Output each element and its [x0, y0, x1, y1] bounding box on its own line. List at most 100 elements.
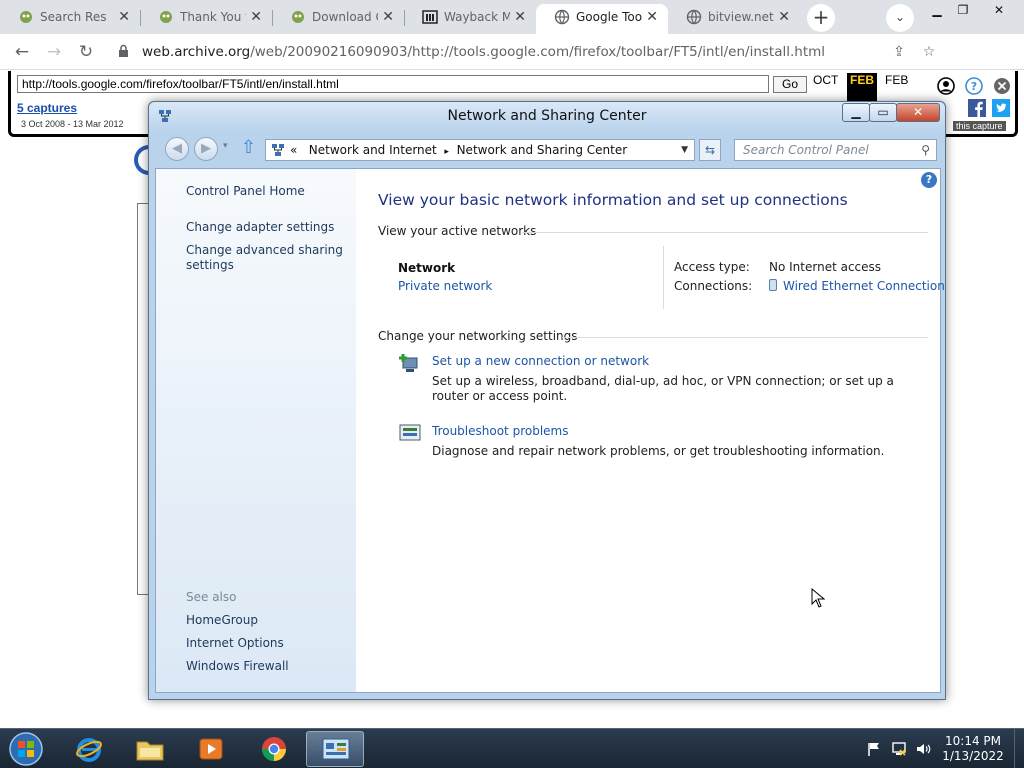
- address-dropdown-icon[interactable]: ▼: [681, 140, 688, 160]
- next-month-link[interactable]: FEB: [885, 73, 908, 87]
- taskbar-internet-explorer[interactable]: [60, 731, 118, 767]
- browser-tab-3[interactable]: Download G ✕: [272, 4, 404, 34]
- browser-tab-strip: Search Resul ✕ Thank You fo ✕ Download G…: [0, 0, 1024, 34]
- taskbar-network-sharing-center[interactable]: [306, 731, 364, 767]
- help-icon[interactable]: ?: [921, 172, 937, 188]
- folder-icon: [136, 741, 164, 761]
- show-desktop-button[interactable]: [1014, 729, 1024, 768]
- up-arrow-icon[interactable]: ⇧: [241, 137, 256, 159]
- svg-text:?: ?: [971, 80, 977, 93]
- browser-tab-1[interactable]: Search Resul ✕: [0, 4, 140, 34]
- volume-icon[interactable]: [915, 741, 931, 757]
- new-connection-icon: [399, 354, 418, 372]
- close-circle-icon[interactable]: [993, 77, 1011, 95]
- troubleshoot-icon: [399, 424, 421, 441]
- breadcrumb-overflow[interactable]: «: [290, 143, 297, 157]
- taskbar-media-player[interactable]: [182, 731, 240, 767]
- lock-icon: [119, 44, 128, 57]
- setup-connection-link[interactable]: Set up a new connection or network: [432, 354, 649, 368]
- close-tab-icon[interactable]: ✕: [646, 4, 658, 30]
- url-path: /web/20090216090903/http://tools.google.…: [250, 44, 826, 60]
- window-minimize-button[interactable]: ▁: [842, 103, 870, 122]
- close-tab-icon[interactable]: ✕: [118, 4, 130, 30]
- facebook-icon[interactable]: [968, 99, 986, 117]
- taskbar-clock[interactable]: 10:14 PM 1/13/2022: [934, 734, 1012, 764]
- network-tray-icon[interactable]: [891, 741, 907, 757]
- tab-search-chevron-icon[interactable]: ⌄: [886, 4, 914, 32]
- breadcrumb-item-network-sharing[interactable]: Network and Sharing Center: [457, 143, 628, 157]
- explorer-forward-button[interactable]: ▶: [194, 137, 218, 161]
- homegroup-link[interactable]: HomeGroup: [186, 613, 346, 628]
- mouse-cursor-icon: [811, 588, 825, 608]
- prev-month-link[interactable]: OCT: [813, 73, 838, 87]
- wayback-favicon-icon: [20, 11, 32, 23]
- setup-connection-description: Set up a wireless, broadband, dial-up, a…: [432, 374, 894, 403]
- browser-close-icon[interactable]: ✕: [982, 0, 1016, 20]
- network-category-link[interactable]: Private network: [398, 279, 492, 293]
- browser-restore-icon[interactable]: ❐: [946, 0, 980, 20]
- search-icon[interactable]: ⚲: [921, 140, 930, 160]
- close-tab-icon[interactable]: ✕: [382, 4, 394, 30]
- window-maximize-button[interactable]: ▭: [869, 103, 897, 122]
- action-center-flag-icon[interactable]: [866, 741, 882, 757]
- address-bar[interactable]: web.archive.org/web/20090216090903/http:…: [106, 38, 956, 66]
- back-arrow-icon: ◀: [172, 141, 182, 156]
- forward-arrow-icon[interactable]: →: [42, 40, 66, 64]
- browser-tab-5-active[interactable]: Google Tool ✕: [536, 4, 668, 34]
- windows-firewall-link[interactable]: Windows Firewall: [186, 659, 346, 674]
- help-icon[interactable]: ?: [965, 77, 983, 95]
- wayback-url-input[interactable]: http://tools.google.com/firefox/toolbar/…: [17, 75, 769, 93]
- section-divider: [562, 337, 928, 338]
- browser-tab-4[interactable]: Wayback Ma ✕: [404, 4, 536, 34]
- browser-tab-6[interactable]: bitview.net ✕: [668, 4, 800, 34]
- explorer-navigation-bar: ◀ ▶ ▾ ⇧ « Network and Internet ▸ Network…: [157, 135, 937, 163]
- twitter-icon[interactable]: [992, 99, 1010, 117]
- wayback-go-button[interactable]: Go: [773, 76, 807, 93]
- new-tab-button[interactable]: +: [807, 4, 835, 32]
- close-tab-icon[interactable]: ✕: [514, 4, 526, 30]
- windows-start-orb-icon[interactable]: [4, 730, 48, 768]
- captures-date-range: 3 Oct 2008 - 13 Mar 2012: [21, 119, 124, 129]
- taskbar-chrome[interactable]: [245, 731, 303, 767]
- reload-icon[interactable]: ↻: [74, 40, 98, 64]
- connection-name[interactable]: Wired Ethernet Connection: [783, 279, 945, 293]
- taskbar-file-explorer[interactable]: [121, 731, 179, 767]
- breadcrumb-separator-icon[interactable]: ▸: [444, 147, 449, 157]
- about-capture-link[interactable]: this capture: [953, 121, 1006, 131]
- window-content: Control Panel Home Change adapter settin…: [155, 168, 945, 693]
- breadcrumb-address-bar[interactable]: « Network and Internet ▸ Network and Sha…: [265, 139, 695, 161]
- search-placeholder: Search Control Panel: [743, 143, 869, 157]
- troubleshoot-description: Diagnose and repair network problems, or…: [432, 444, 885, 458]
- bookmark-star-icon[interactable]: ☆: [920, 43, 938, 61]
- change-advanced-sharing-link[interactable]: Change advanced sharing settings: [186, 243, 346, 273]
- change-adapter-settings-link[interactable]: Change adapter settings: [186, 220, 346, 235]
- troubleshoot-link[interactable]: Troubleshoot problems: [432, 424, 568, 438]
- control-panel-home-link[interactable]: Control Panel Home: [186, 184, 346, 199]
- tab-title: Download G: [312, 10, 378, 24]
- media-player-icon: [199, 738, 223, 760]
- change-settings-label: Change your networking settings: [378, 329, 578, 343]
- window-close-button[interactable]: ✕: [896, 103, 940, 122]
- browser-tab-2[interactable]: Thank You fo ✕: [140, 4, 272, 34]
- tab-title: Search Resul: [40, 10, 106, 24]
- account-icon[interactable]: [937, 77, 955, 95]
- refresh-icon[interactable]: ⇆: [699, 139, 721, 161]
- share-icon[interactable]: ⇪: [890, 43, 908, 61]
- wired-connection-link[interactable]: Wired Ethernet Connection: [769, 279, 945, 293]
- captures-link[interactable]: 5 captures: [17, 101, 77, 115]
- window-titlebar[interactable]: Network and Sharing Center ▁ ▭ ✕: [149, 102, 945, 132]
- globe-icon: [554, 9, 570, 25]
- ethernet-icon: [769, 279, 777, 291]
- internet-options-link[interactable]: Internet Options: [186, 636, 346, 651]
- network-divider: [663, 246, 664, 309]
- recent-pages-chevron-icon[interactable]: ▾: [223, 141, 228, 151]
- breadcrumb-item-network-internet[interactable]: Network and Internet: [309, 143, 437, 157]
- wayback-favicon-icon: [160, 11, 172, 23]
- explorer-back-button[interactable]: ◀: [165, 137, 189, 161]
- archive-building-icon: [422, 10, 438, 24]
- close-tab-icon[interactable]: ✕: [250, 4, 262, 30]
- search-control-panel-input[interactable]: Search Control Panel ⚲: [734, 139, 937, 161]
- back-arrow-icon[interactable]: ←: [10, 40, 34, 64]
- close-tab-icon[interactable]: ✕: [778, 4, 790, 30]
- left-task-pane: Control Panel Home Change adapter settin…: [156, 169, 356, 692]
